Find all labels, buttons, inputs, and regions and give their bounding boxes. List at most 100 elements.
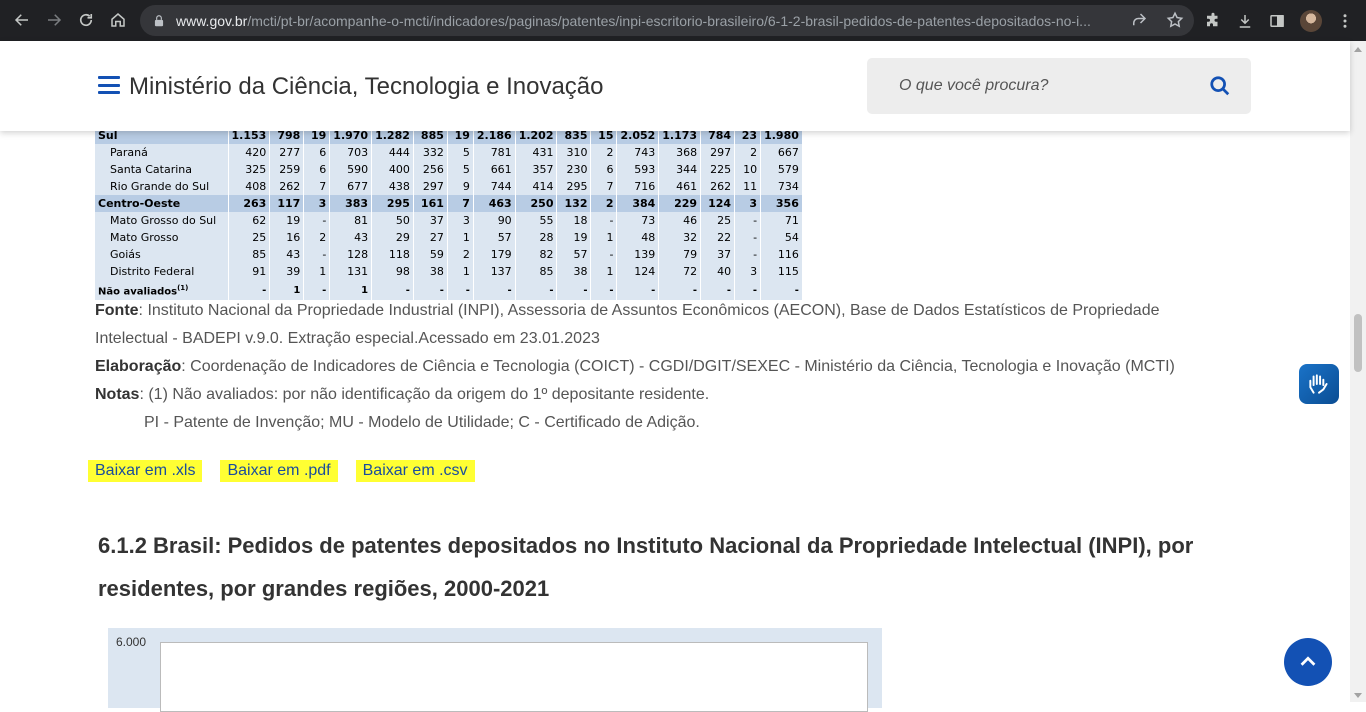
table-cell: 590: [329, 161, 373, 178]
table-cell: 128: [329, 246, 373, 263]
table-cell: 117: [269, 195, 305, 212]
table-cell: 325: [228, 161, 271, 178]
table-cell: 90: [473, 212, 516, 229]
table-cell: 131: [329, 263, 373, 280]
table-cell: 250: [515, 195, 558, 212]
table-cell: 408: [228, 178, 271, 195]
url-text: www.gov.br/mcti/pt-br/acompanhe-o-mcti/i…: [176, 12, 1091, 29]
section-title: 6.1.2 Brasil: Pedidos de patentes deposi…: [98, 533, 1194, 601]
table-cell: 27: [413, 229, 448, 246]
table-cell: 579: [760, 161, 803, 178]
table-cell: 48: [616, 229, 660, 246]
table-cell: 25: [228, 229, 271, 246]
table-notes: Fonte: Instituto Nacional da Propriedade…: [95, 297, 1205, 437]
table-cell: 1: [447, 263, 474, 280]
row-label: Goiás: [95, 246, 229, 263]
table-cell: -: [590, 246, 618, 263]
search-input[interactable]: O que você procura?: [867, 58, 1251, 114]
table-cell: 39: [269, 263, 305, 280]
table-row-region: Centro-Oeste 263 117 3 383 295 161 7 463 250 132 2 3…: [95, 195, 803, 212]
notes-note: Notas: (1) Não avaliados: por não identi…: [95, 386, 710, 403]
hamburger-menu-icon[interactable]: [98, 76, 120, 94]
table-cell: 3: [303, 195, 331, 212]
table-cell: 11: [734, 178, 762, 195]
extensions-icon[interactable]: [1204, 12, 1222, 30]
table-cell: 79: [658, 246, 702, 263]
table-cell: 7: [447, 195, 474, 212]
table-cell: 368: [658, 144, 702, 161]
table-cell: 98: [371, 263, 414, 280]
table-cell: 43: [269, 246, 305, 263]
table-cell: 6: [590, 161, 618, 178]
page-scrollbar[interactable]: [1350, 41, 1366, 702]
table-cell: 593: [616, 161, 660, 178]
table-cell: 19: [556, 229, 592, 246]
table-cell: 32: [658, 229, 702, 246]
table-cell: 357: [515, 161, 558, 178]
table-cell: 38: [413, 263, 448, 280]
table-cell: 2: [734, 144, 762, 161]
side-panel-icon[interactable]: [1268, 12, 1286, 30]
table-cell: 124: [616, 263, 660, 280]
table-cell: 50: [371, 212, 414, 229]
table-cell: 62: [228, 212, 271, 229]
source-note: Fonte: Instituto Nacional da Propriedade…: [95, 302, 1160, 347]
table-cell: 661: [473, 161, 516, 178]
table-cell: 420: [228, 144, 271, 161]
profile-avatar[interactable]: [1300, 10, 1322, 32]
table-cell: 7: [590, 178, 618, 195]
table-cell: 43: [329, 229, 373, 246]
table-cell: 40: [700, 263, 736, 280]
table-cell: 734: [760, 178, 803, 195]
star-icon[interactable]: [1166, 11, 1184, 29]
share-icon[interactable]: [1130, 11, 1148, 29]
download-csv-link[interactable]: Baixar em .csv: [355, 460, 475, 482]
address-bar[interactable]: www.gov.br/mcti/pt-br/acompanhe-o-mcti/i…: [140, 5, 1194, 36]
table-cell: 85: [228, 246, 271, 263]
table-cell: 229: [658, 195, 702, 212]
table-cell: 29: [371, 229, 414, 246]
table-cell: -: [303, 246, 331, 263]
back-icon[interactable]: [6, 4, 38, 36]
site-title[interactable]: Ministério da Ciência, Tecnologia e Inov…: [129, 73, 604, 101]
table-cell: 384: [616, 195, 660, 212]
table-cell: -: [734, 229, 762, 246]
back-to-top-button[interactable]: [1284, 638, 1332, 686]
table-cell: -: [303, 212, 331, 229]
search-icon[interactable]: [1209, 75, 1231, 97]
table-cell: 132: [556, 195, 592, 212]
table-cell: 116: [760, 246, 803, 263]
table-cell: 781: [473, 144, 516, 161]
table-cell: 38: [556, 263, 592, 280]
search-placeholder: O que você procura?: [899, 77, 1049, 94]
download-pdf-link[interactable]: Baixar em .pdf: [220, 460, 338, 482]
download-icon[interactable]: [1236, 12, 1254, 30]
download-xls-link[interactable]: Baixar em .xls: [88, 460, 203, 482]
table-cell: 55: [515, 212, 558, 229]
table-cell: 256: [413, 161, 448, 178]
row-label: Mato Grosso: [95, 229, 229, 246]
table-cell: 1: [303, 263, 331, 280]
table-cell: 461: [658, 178, 702, 195]
scroll-down-icon[interactable]: [1354, 693, 1362, 698]
scrollbar-thumb[interactable]: [1354, 314, 1362, 372]
forward-icon[interactable]: [38, 4, 70, 36]
table-cell: 716: [616, 178, 660, 195]
table-cell: 230: [556, 161, 592, 178]
table-cell: 54: [760, 229, 803, 246]
row-label: Santa Catarina: [95, 161, 229, 178]
table-cell: 1: [590, 263, 618, 280]
accessibility-sign-language-button[interactable]: [1299, 364, 1339, 404]
table-cell: 16: [269, 229, 305, 246]
home-icon[interactable]: [102, 4, 134, 36]
table-cell: 667: [760, 144, 803, 161]
reload-icon[interactable]: [70, 4, 102, 36]
scroll-up-icon[interactable]: [1354, 47, 1362, 52]
table-cell: 2: [303, 229, 331, 246]
table-row: Rio Grande do Sul 408 262 7 677 438 297 9 744 414…: [95, 178, 803, 195]
table-cell: 2: [590, 144, 618, 161]
more-menu-icon[interactable]: [1336, 12, 1354, 30]
table-cell: 277: [269, 144, 305, 161]
table-cell: 259: [269, 161, 305, 178]
chart-frame: 6.000: [108, 628, 882, 712]
